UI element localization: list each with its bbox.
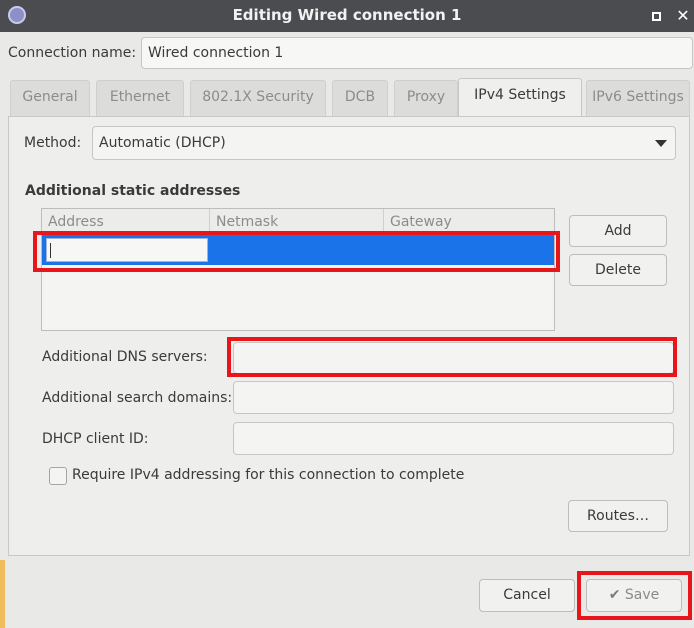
tab-general[interactable]: General: [10, 80, 90, 116]
method-label: Method:: [24, 135, 82, 151]
dhcp-client-id-input[interactable]: [233, 422, 674, 455]
tab-dcb[interactable]: DCB: [332, 80, 388, 116]
dropdown-arrow-icon: [655, 140, 667, 147]
search-domains-input[interactable]: [233, 381, 674, 414]
window-title: Editing Wired connection 1: [232, 6, 462, 24]
routes-button[interactable]: Routes…: [568, 500, 668, 532]
highlight-box-dns-field: [227, 337, 677, 377]
static-addresses-heading: Additional static addresses: [25, 183, 241, 199]
dns-servers-label: Additional DNS servers:: [42, 349, 208, 365]
close-icon[interactable]: ✕: [672, 5, 694, 27]
connection-name-input[interactable]: Wired connection 1: [141, 37, 693, 69]
dhcp-client-id-label: DHCP client ID:: [42, 431, 149, 447]
ipv4-settings-panel: [8, 116, 690, 556]
add-button[interactable]: Add: [569, 215, 667, 247]
background-window-edge: [0, 560, 5, 628]
connection-name-label: Connection name:: [8, 45, 137, 61]
require-ipv4-checkbox[interactable]: [49, 467, 67, 485]
require-ipv4-label[interactable]: Require IPv4 addressing for this connect…: [72, 467, 464, 483]
tab-ipv4-settings[interactable]: IPv4 Settings: [458, 78, 582, 118]
search-domains-label: Additional search domains:: [42, 390, 233, 406]
method-select[interactable]: Automatic (DHCP): [92, 126, 676, 160]
tab-proxy[interactable]: Proxy: [394, 80, 458, 116]
highlight-box-save-button: [577, 571, 692, 620]
cancel-button[interactable]: Cancel: [479, 579, 575, 612]
method-value: Automatic (DHCP): [99, 135, 226, 151]
tab-bar: General Ethernet 802.1X Security DCB Pro…: [8, 78, 690, 118]
tab-ethernet[interactable]: Ethernet: [96, 80, 184, 116]
tab-8021x-security[interactable]: 802.1X Security: [190, 80, 326, 116]
delete-button[interactable]: Delete: [569, 254, 667, 286]
highlight-box-address-row: [33, 231, 560, 272]
title-bar: Editing Wired connection 1 ✕: [0, 0, 694, 32]
maximize-icon[interactable]: [645, 5, 667, 27]
tab-ipv6-settings[interactable]: IPv6 Settings: [586, 80, 690, 116]
